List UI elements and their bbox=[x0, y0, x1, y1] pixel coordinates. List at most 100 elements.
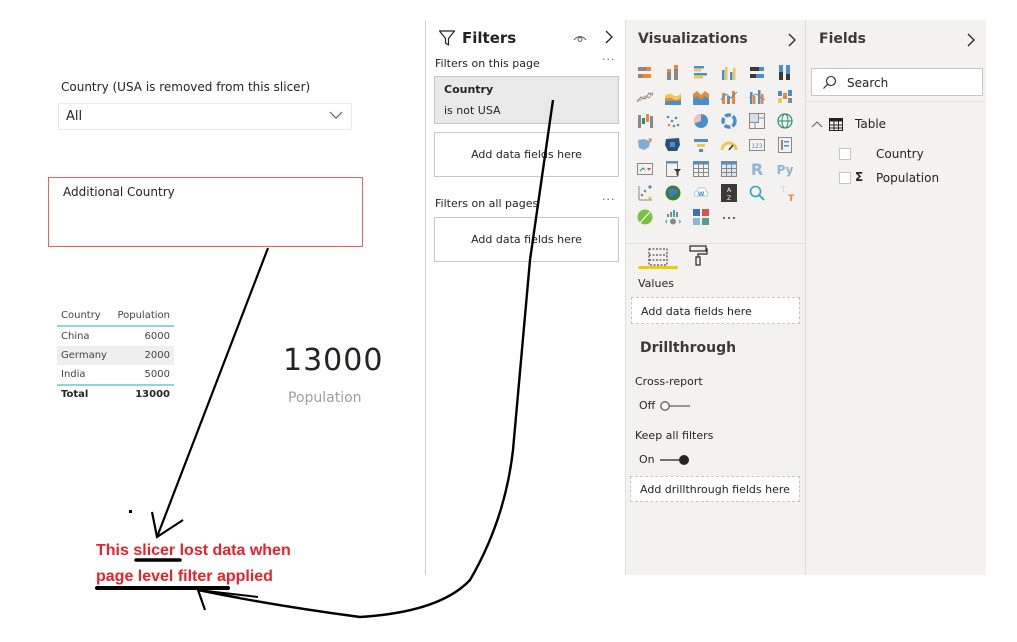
fields-title: Fields bbox=[819, 31, 867, 47]
search-placeholder: Search bbox=[847, 76, 889, 90]
cross-report-toggle[interactable]: Off bbox=[639, 399, 691, 412]
line-and-clustered-column-icon[interactable] bbox=[746, 86, 768, 108]
more-options-icon[interactable]: ··· bbox=[602, 53, 616, 66]
line-chart-icon[interactable] bbox=[634, 86, 656, 108]
card-icon[interactable]: 123 bbox=[746, 134, 768, 156]
collapse-filters-chevron-icon[interactable] bbox=[604, 29, 614, 45]
slicer-selected-value: All bbox=[66, 109, 83, 124]
filter-card-country[interactable]: Country is not USA bbox=[434, 76, 619, 124]
sigma-icon: Σ bbox=[855, 170, 864, 184]
donut-chart-icon[interactable] bbox=[718, 110, 740, 132]
country-slicer-dropdown[interactable]: All bbox=[58, 103, 352, 130]
cell-population: 6000 bbox=[144, 331, 170, 342]
table-icon[interactable] bbox=[690, 158, 712, 180]
filter-condition: is not USA bbox=[444, 104, 501, 117]
ribbon-chart-icon[interactable] bbox=[774, 86, 796, 108]
line-and-stacked-column-icon[interactable] bbox=[718, 86, 740, 108]
card-label: Population bbox=[288, 390, 362, 406]
total-value: 13000 bbox=[135, 389, 170, 400]
format-paint-roller-icon[interactable] bbox=[688, 244, 708, 266]
keep-all-filters-toggle[interactable]: On bbox=[639, 453, 691, 466]
area-chart-icon[interactable] bbox=[662, 86, 684, 108]
divider bbox=[626, 243, 806, 244]
field-population[interactable]: Population bbox=[876, 171, 939, 185]
100-stacked-column-chart-icon[interactable] bbox=[774, 62, 796, 84]
slicer-title: Country (USA is removed from this slicer… bbox=[61, 80, 311, 94]
collapse-fields-chevron-icon[interactable] bbox=[966, 32, 976, 48]
pie-chart-icon[interactable] bbox=[690, 110, 712, 132]
additional-country-slicer[interactable]: Additional Country bbox=[48, 177, 363, 247]
power-apps-icon[interactable] bbox=[690, 206, 712, 228]
shape-map-icon[interactable] bbox=[662, 134, 684, 156]
stacked-area-chart-icon[interactable] bbox=[690, 86, 712, 108]
clustered-bar-chart-icon[interactable] bbox=[690, 62, 712, 84]
annotation-line-1: This slicer lost data when bbox=[96, 538, 291, 564]
column-header-country[interactable]: Country bbox=[57, 310, 111, 321]
smart-narrative-icon[interactable]: TT bbox=[774, 182, 796, 204]
r-visual-icon[interactable]: R bbox=[746, 158, 768, 180]
cell-country: China bbox=[61, 331, 90, 342]
map-icon[interactable] bbox=[774, 110, 796, 132]
values-label: Values bbox=[638, 277, 674, 290]
table-name[interactable]: Table bbox=[855, 117, 886, 131]
filters-on-all-pages-label: Filters on all pages bbox=[435, 197, 539, 210]
decomposition-tree-icon[interactable] bbox=[662, 206, 684, 228]
treemap-icon[interactable] bbox=[746, 110, 768, 132]
column-header-population[interactable]: Population bbox=[111, 310, 174, 321]
stacked-bar-chart-icon[interactable] bbox=[634, 62, 656, 84]
keep-filters-state: On bbox=[639, 453, 655, 466]
word-cloud-icon[interactable]: W bbox=[690, 182, 712, 204]
fields-tab-icon[interactable] bbox=[646, 246, 670, 268]
filters-on-this-page-label: Filters on this page bbox=[435, 57, 540, 70]
stacked-column-chart-icon[interactable] bbox=[662, 62, 684, 84]
field-checkbox-population[interactable] bbox=[839, 172, 851, 184]
clustered-column-chart-icon[interactable] bbox=[718, 62, 740, 84]
collapse-table-chevron-icon[interactable] bbox=[811, 120, 823, 128]
table-row: China 6000 bbox=[57, 327, 174, 346]
eye-icon[interactable] bbox=[573, 33, 587, 43]
waterfall-chart-icon[interactable] bbox=[634, 110, 656, 132]
cell-country: India bbox=[61, 369, 86, 380]
values-well[interactable]: Add data fields here bbox=[631, 297, 800, 324]
active-tab-indicator bbox=[638, 266, 678, 269]
field-checkbox-country[interactable] bbox=[839, 148, 851, 160]
sort-az-icon[interactable]: AZ bbox=[718, 182, 740, 204]
more-visuals-icon[interactable] bbox=[718, 206, 740, 228]
table-row: India 5000 bbox=[57, 365, 174, 384]
collapse-visualizations-chevron-icon[interactable] bbox=[787, 32, 797, 48]
key-influencers-icon[interactable] bbox=[634, 182, 656, 204]
matrix-icon[interactable] bbox=[718, 158, 740, 180]
python-visual-icon[interactable]: Py bbox=[774, 158, 796, 180]
add-all-pages-filter-well[interactable]: Add data fields here bbox=[434, 217, 619, 262]
toggle-on-icon bbox=[659, 454, 689, 465]
table-total-row: Total 13000 bbox=[57, 384, 174, 403]
additional-slicer-title: Additional Country bbox=[63, 185, 175, 199]
visualizations-pane: Visualizations 123 R Py W A Z T T Values Add da… bbox=[626, 20, 806, 575]
100-stacked-bar-chart-icon[interactable] bbox=[746, 62, 768, 84]
card-value: 13000 bbox=[283, 343, 384, 378]
slicer-icon[interactable] bbox=[662, 158, 684, 180]
svg-text:W: W bbox=[698, 191, 705, 198]
more-options-icon[interactable]: ··· bbox=[602, 193, 616, 206]
qa-icon[interactable] bbox=[746, 182, 768, 204]
drillthrough-well[interactable]: Add drillthrough fields here bbox=[630, 476, 800, 502]
gauge-icon[interactable] bbox=[718, 134, 740, 156]
scatter-chart-icon[interactable] bbox=[662, 110, 684, 132]
funnel-icon[interactable] bbox=[690, 134, 712, 156]
filled-map-icon[interactable] bbox=[634, 134, 656, 156]
drillthrough-title: Drillthrough bbox=[640, 340, 737, 356]
annotation-highlight-word: slicer bbox=[133, 542, 176, 559]
field-country[interactable]: Country bbox=[876, 147, 924, 161]
fields-search-input[interactable]: Search bbox=[811, 68, 983, 96]
arrow-head-slicer bbox=[150, 511, 184, 539]
custom-leaf-visual-icon[interactable] bbox=[634, 206, 656, 228]
table-header-row: Country Population bbox=[57, 305, 174, 327]
chevron-down-icon bbox=[329, 111, 343, 119]
annotation-text-part: lost data when bbox=[175, 542, 291, 559]
annotation-text: This slicer lost data when page level fi… bbox=[96, 538, 291, 590]
multi-row-card-icon[interactable] bbox=[774, 134, 796, 156]
kpi-icon[interactable] bbox=[634, 158, 656, 180]
arcgis-map-icon[interactable] bbox=[662, 182, 684, 204]
add-page-filter-well[interactable]: Add data fields here bbox=[434, 132, 619, 177]
filters-pane: Filters Filters on this page ··· Country… bbox=[425, 20, 626, 575]
